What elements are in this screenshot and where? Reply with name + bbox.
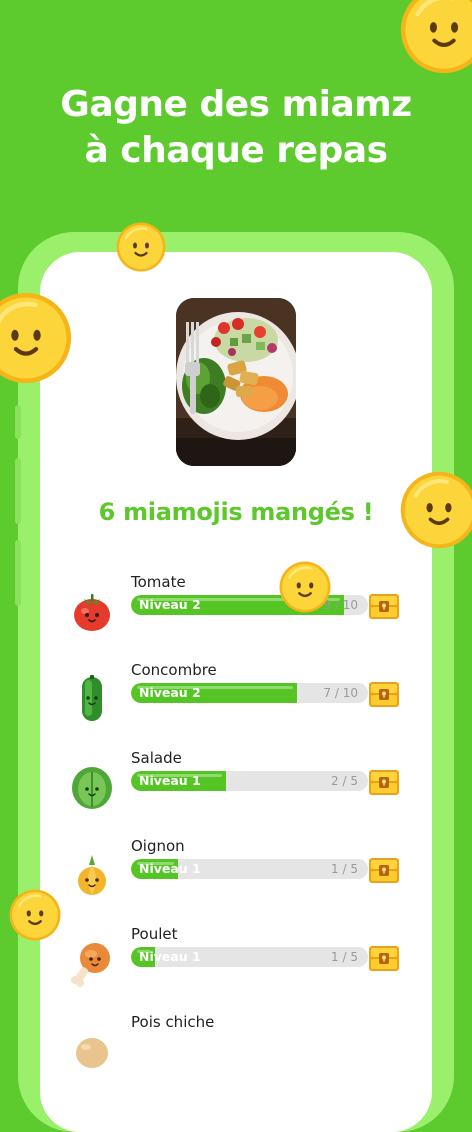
food-name: Poulet — [131, 925, 178, 943]
progress-count: 1 / 5 — [331, 862, 358, 876]
progress-count: 7 / 10 — [323, 686, 358, 700]
level-progress-bar: Niveau 1 1 / 5 — [131, 947, 368, 967]
coin-icon — [400, 471, 472, 549]
coin-icon — [116, 222, 166, 272]
level-label: Niveau 2 — [139, 597, 201, 612]
phone-screen: 6 miamojis mangés ! Tomate Niveau 29 / 10… — [40, 252, 432, 1132]
treasure-chest-icon[interactable] — [368, 589, 400, 621]
phone-side-button — [15, 405, 21, 439]
headline: Gagne des miamz à chaque repas — [0, 82, 472, 174]
chickpea-icon — [68, 1027, 116, 1075]
eaten-count-title: 6 miamojis mangés ! — [98, 498, 374, 526]
progress-count: 1 / 5 — [331, 950, 358, 964]
cucumber-icon — [68, 675, 116, 723]
treasure-chest-icon[interactable] — [368, 677, 400, 709]
coin-icon — [279, 561, 331, 613]
coin-icon — [9, 889, 61, 941]
treasure-chest-icon[interactable] — [368, 853, 400, 885]
treasure-chest-icon[interactable] — [368, 941, 400, 973]
food-name: Concombre — [131, 661, 217, 679]
treasure-chest-icon[interactable] — [368, 765, 400, 797]
level-progress-bar: Niveau 1 2 / 5 — [131, 771, 368, 791]
food-name: Oignon — [131, 837, 185, 855]
headline-line-1: Gagne des miamz — [60, 84, 412, 125]
level-progress-bar: Niveau 1 1 / 5 — [131, 859, 368, 879]
level-progress-bar: Niveau 2 7 / 10 — [131, 683, 368, 703]
headline-line-2: à chaque repas — [84, 130, 388, 171]
level-label: Niveau 1 — [139, 773, 201, 788]
food-row[interactable]: Salade Niveau 1 2 / 5 — [40, 749, 432, 819]
onion-icon — [68, 851, 116, 899]
food-row[interactable]: Tomate Niveau 29 / 10 — [40, 573, 432, 643]
coin-icon — [400, 0, 472, 74]
lettuce-icon — [68, 763, 116, 811]
coin-icon — [0, 292, 72, 384]
progress-count: 2 / 5 — [331, 774, 358, 788]
meal-photo[interactable] — [176, 298, 296, 466]
phone-side-button — [15, 458, 21, 524]
food-name: Pois chiche — [131, 1013, 215, 1031]
food-name: Tomate — [131, 573, 186, 591]
level-label: Niveau 1 — [139, 949, 201, 964]
tomato-icon — [68, 587, 116, 635]
level-label: Niveau 2 — [139, 685, 201, 700]
food-row[interactable]: Concombre Niveau 2 7 / 10 — [40, 661, 432, 731]
phone-side-button — [15, 540, 21, 606]
food-row[interactable]: Oignon Niveau 1 1 / 5 — [40, 837, 432, 907]
level-progress-bar: Niveau 29 / 10 — [131, 595, 368, 615]
chicken-leg-icon — [68, 939, 116, 987]
food-row[interactable]: Poulet Niveau 1 1 / 5 — [40, 925, 432, 995]
food-name: Salade — [131, 749, 182, 767]
level-label: Niveau 1 — [139, 861, 201, 876]
